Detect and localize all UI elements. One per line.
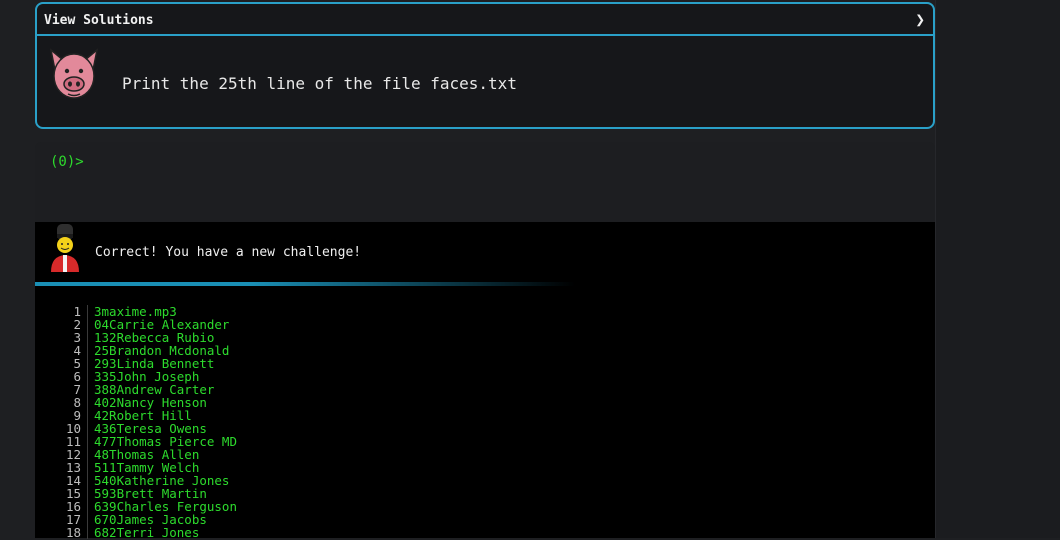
line-number: 18 [65,525,81,540]
gutter-separator [87,435,88,448]
shell-prompt: (0)> [50,154,84,170]
gutter-separator [87,344,88,357]
challenge-header[interactable]: View Solutions ❯ [37,4,933,36]
correct-message: Correct! You have a new challenge! [95,245,362,260]
gutter-separator [87,474,88,487]
divider [35,282,575,286]
pig-face-icon [49,48,99,99]
chevron-right-icon[interactable]: ❯ [915,10,925,29]
gutter-separator [87,500,88,513]
gutter-separator [87,513,88,526]
gutter-separator [87,331,88,344]
royal-guard-icon [51,224,79,272]
gutter-separator [87,370,88,383]
gutter-separator [87,461,88,474]
gutter-separator [87,448,88,461]
gutter-separator [87,383,88,396]
list-item: 18 682Terri Jones [35,526,237,539]
view-solutions-button[interactable]: View Solutions [44,13,154,28]
gutter-separator [87,487,88,500]
gutter-separator [87,357,88,370]
output-panel: Correct! You have a new challenge! 1 3max… [35,222,935,539]
line-text: 682Terri Jones [94,525,200,540]
challenge-prompt-text: Print the 25th line of the file faces.tx… [122,74,517,93]
gutter-separator [87,526,88,539]
gutter-separator [87,318,88,331]
gutter-separator [87,396,88,409]
gutter-separator [87,409,88,422]
gutter-separator [87,305,88,318]
challenge-card: View Solutions ❯ Print the 25th line of … [35,2,935,129]
gutter-separator [87,422,88,435]
right-side-panel [935,0,1060,538]
terminal-input-area[interactable]: (0)> [35,142,935,222]
file-lines-list: 1 3maxime.mp3 2 04Carrie Alexander 3 132Rebec… [35,305,237,539]
